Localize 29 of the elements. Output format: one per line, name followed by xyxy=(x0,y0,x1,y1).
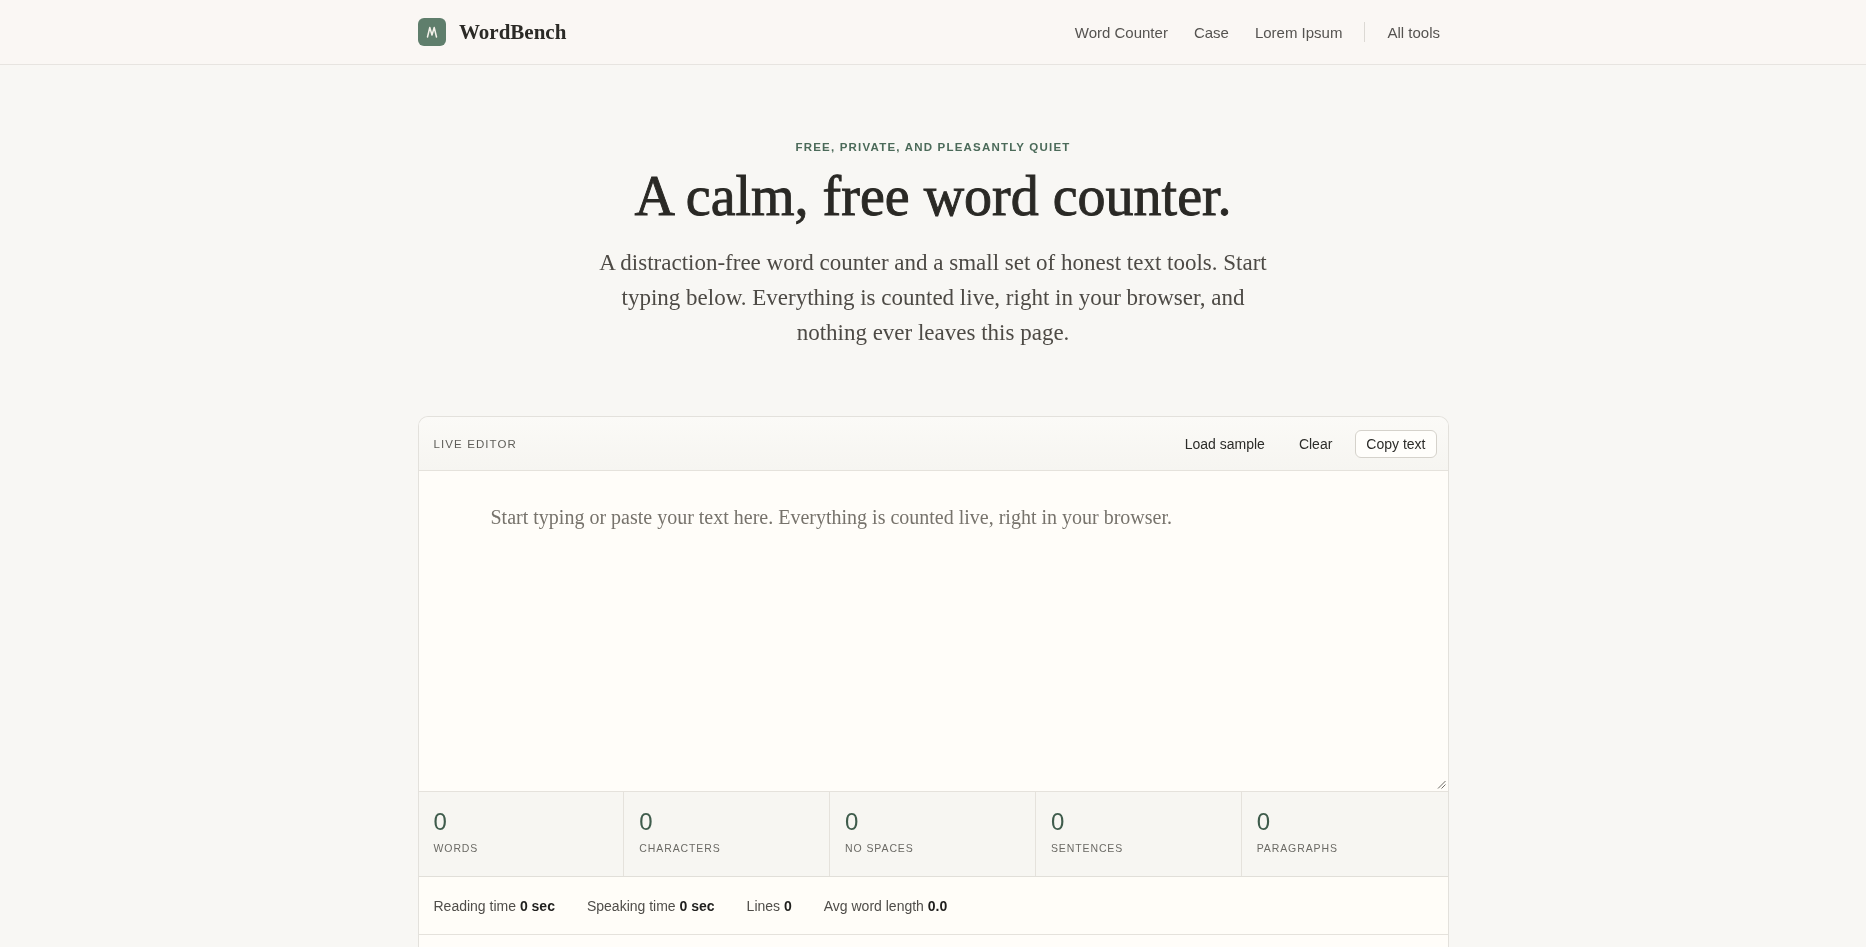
stat-value: 0 xyxy=(1050,807,1065,837)
stat-label: PARAGRAPHS xyxy=(1256,841,1338,855)
copy-button[interactable]: Copy text xyxy=(1355,429,1437,458)
toolbar-button[interactable]: Load sample xyxy=(1173,429,1276,458)
nav-link[interactable]: Lorem Ipsum xyxy=(1254,23,1343,41)
nav-link[interactable]: Case xyxy=(1193,23,1229,41)
intro-paragraph: A distraction-free word counter and a small set of honest text tools. Start typing below. Everything is counted live, right in your browser, and nothing ever leaves this page. xyxy=(598,249,1268,347)
detail-text: Lines 0 xyxy=(746,897,792,914)
stat-label: NO SPACES xyxy=(845,841,914,855)
stat-value: 0 xyxy=(639,807,653,837)
text-input-area[interactable]: Start typing or paste your text here. Everything is counted live, right in your browser. xyxy=(418,471,1448,791)
detail-text: Avg word length 0.0 xyxy=(823,897,948,914)
stat-value: 0 xyxy=(845,807,859,837)
stat-value: 0 xyxy=(1256,807,1271,837)
resize-grip-icon[interactable] xyxy=(1436,780,1446,789)
logo-icon xyxy=(418,18,446,46)
all-tools-link[interactable]: All tools xyxy=(1387,23,1440,41)
eyebrow-text: FREE, PRIVATE, AND PLEASANTLY QUIET xyxy=(795,140,1071,155)
nav-link[interactable]: Word Counter xyxy=(1074,23,1168,41)
page-title: A calm, free word counter. xyxy=(634,164,1232,229)
stat-label: SENTENCES xyxy=(1050,841,1124,855)
stat-label: CHARACTERS xyxy=(639,841,721,855)
stat-label: WORDS xyxy=(433,841,479,855)
detail-text: Reading time 0 sec xyxy=(433,897,555,914)
stat-value: 0 xyxy=(433,807,447,837)
brand-link[interactable]: WordBench xyxy=(418,18,567,46)
detail-text: Speaking time 0 sec xyxy=(586,897,715,914)
toolbar-button[interactable]: Clear xyxy=(1287,429,1344,458)
editor-label: LIVE EDITOR xyxy=(433,437,517,450)
